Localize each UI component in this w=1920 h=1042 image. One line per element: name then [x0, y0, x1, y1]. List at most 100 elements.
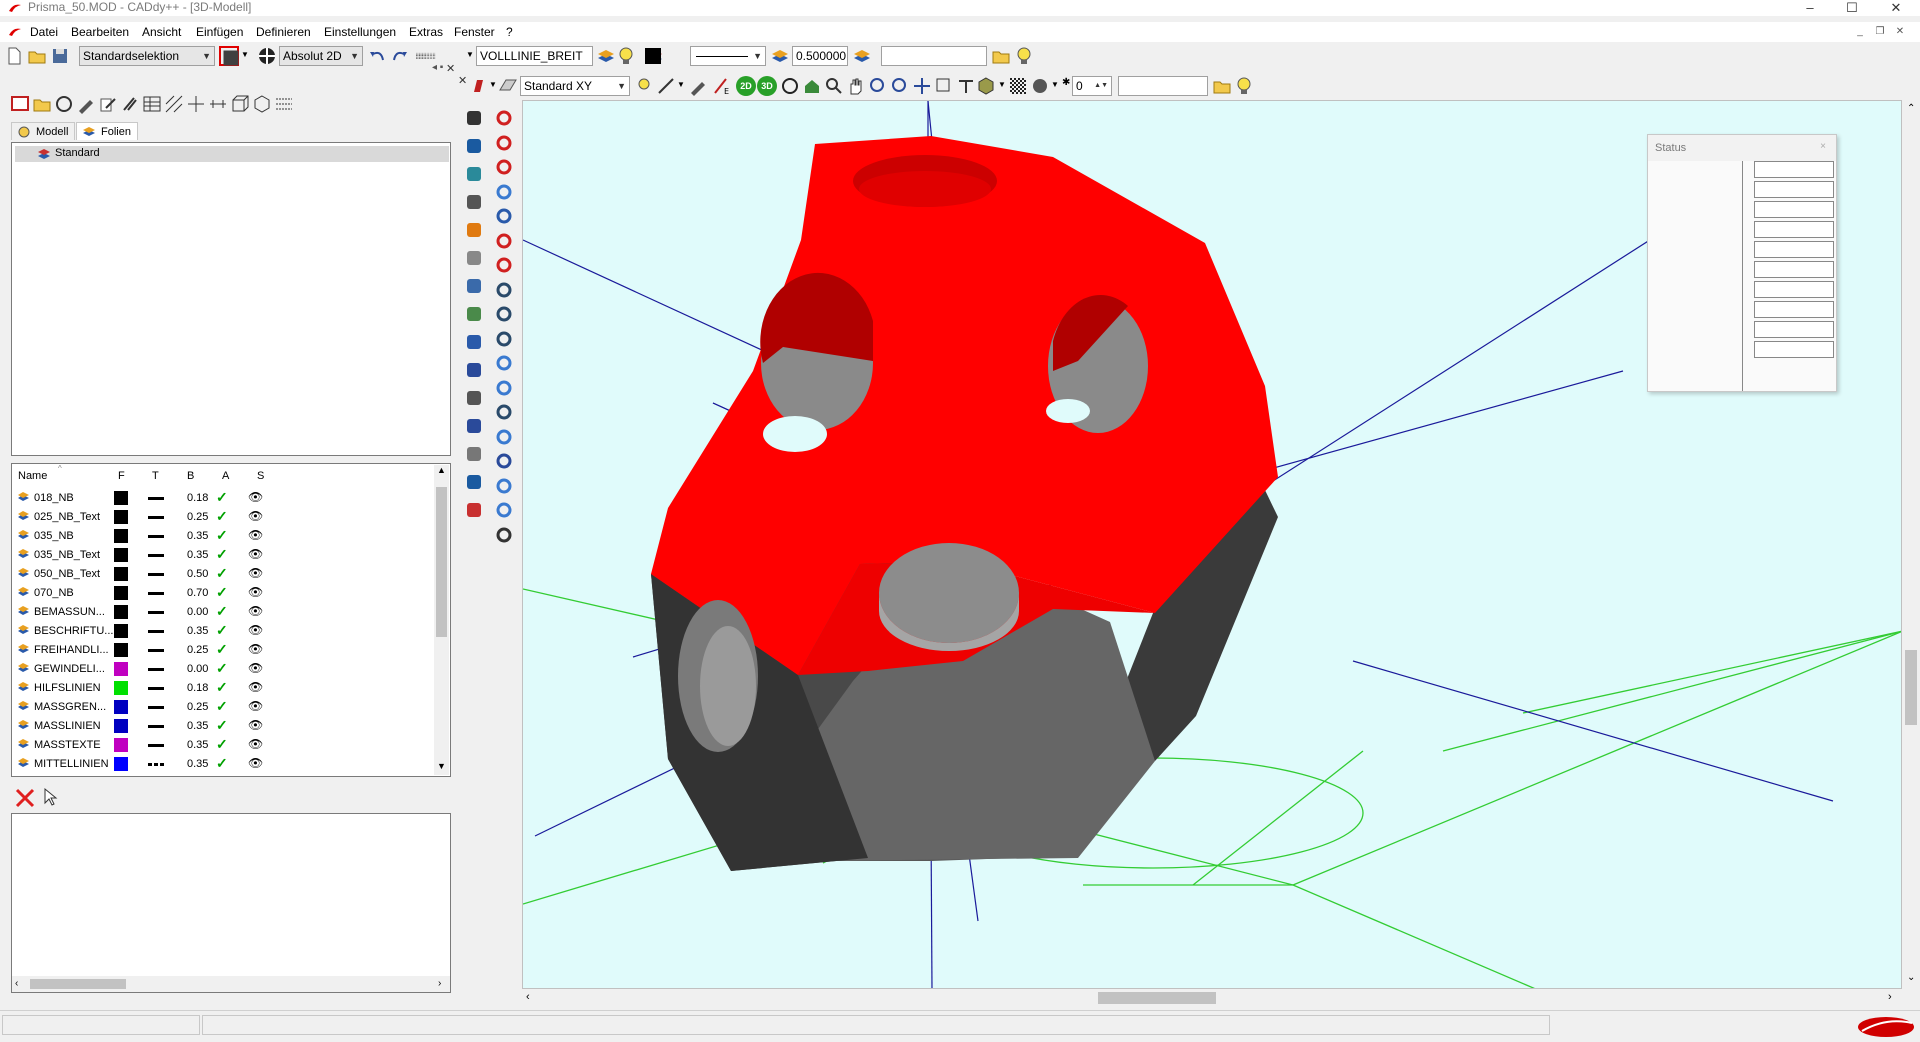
- chevron-down-icon[interactable]: ▼: [241, 50, 249, 59]
- layer-linestyle[interactable]: [148, 706, 164, 709]
- table-row[interactable]: 070_NB 0.70 ✓ 👁: [12, 583, 432, 602]
- layer-linestyle[interactable]: [148, 573, 164, 576]
- layer-linestyle[interactable]: [148, 535, 164, 538]
- split-arrows-icon[interactable]: [494, 476, 514, 496]
- layer-color-swatch[interactable]: [114, 491, 128, 505]
- layer-linestyle[interactable]: [148, 554, 164, 557]
- layer-color-swatch[interactable]: [114, 662, 128, 676]
- new-file-icon[interactable]: [4, 46, 24, 66]
- dots-grid-icon[interactable]: [494, 304, 514, 324]
- linetype-field[interactable]: VOLLLINIE_BREIT: [476, 46, 593, 66]
- table-row[interactable]: 035_NB 0.35 ✓ 👁: [12, 526, 432, 545]
- status-panel-close-button[interactable]: ×: [1816, 140, 1830, 154]
- red-hook-icon[interactable]: [494, 133, 514, 153]
- brush-icon[interactable]: [120, 94, 140, 114]
- red-node-icon[interactable]: [494, 157, 514, 177]
- table-row[interactable]: 050_NB_Text 0.50 ✓ 👁: [12, 564, 432, 583]
- scroll-left-icon[interactable]: ‹: [15, 978, 18, 989]
- hatch-icon[interactable]: [164, 94, 184, 114]
- pencil-snap-icon[interactable]: [688, 76, 708, 96]
- col-header-a[interactable]: A: [222, 470, 229, 482]
- layer-visible-eye-icon[interactable]: 👁: [248, 756, 263, 770]
- table-row[interactable]: GEWINDELI... 0.00 ✓ 👁: [12, 659, 432, 678]
- layer-visible-eye-icon[interactable]: 👁: [248, 585, 263, 599]
- layer-active-check-icon[interactable]: ✓: [216, 508, 228, 525]
- up-arrow-icon[interactable]: [494, 427, 514, 447]
- number-spinner[interactable]: 0 ▲▼: [1072, 76, 1112, 96]
- scroll-up-icon[interactable]: ⌃: [1907, 103, 1915, 114]
- save-icon[interactable]: [50, 46, 70, 66]
- folder-search-icon[interactable]: [991, 46, 1011, 66]
- sphere-icon[interactable]: [1030, 76, 1050, 96]
- mdi-close-button[interactable]: ✕: [1892, 24, 1908, 40]
- layer-line-width[interactable]: 0.25: [187, 701, 208, 713]
- toolbar1-text-field[interactable]: [881, 46, 987, 66]
- hatch-tool-icon[interactable]: [464, 444, 484, 464]
- layer-visible-eye-icon[interactable]: 👁: [248, 737, 263, 751]
- zoom-previous-icon[interactable]: [934, 76, 954, 96]
- split-arrows2-icon[interactable]: [494, 500, 514, 520]
- pencil-tool-icon[interactable]: [464, 220, 484, 240]
- scroll-thumb[interactable]: [1905, 650, 1917, 725]
- layer-line-width[interactable]: 0.25: [187, 644, 208, 656]
- layer-active-check-icon[interactable]: ✓: [216, 622, 228, 639]
- pen-tool-icon[interactable]: [464, 304, 484, 324]
- chevron-down-icon[interactable]: ▼: [998, 80, 1006, 89]
- crosshair-icon[interactable]: [186, 94, 206, 114]
- viewport-vscrollbar[interactable]: ⌃ ⌄: [1902, 100, 1920, 989]
- layer-window-icon[interactable]: [10, 94, 30, 114]
- table-row[interactable]: BEMASSUN... 0.00 ✓ 👁: [12, 602, 432, 621]
- redo-icon[interactable]: [390, 46, 410, 66]
- layer-color-swatch[interactable]: [114, 624, 128, 638]
- plane-icon[interactable]: [498, 76, 518, 96]
- layer-active-check-icon[interactable]: ✓: [216, 584, 228, 601]
- toolbar2-text-field[interactable]: [1118, 76, 1208, 96]
- scroll-up-icon[interactable]: ▲: [437, 465, 446, 475]
- table-row[interactable]: 025_NB_Text 0.25 ✓ 👁: [12, 507, 432, 526]
- layer-visible-eye-icon[interactable]: 👁: [248, 699, 263, 713]
- view-2d-button[interactable]: 2D: [736, 76, 756, 96]
- minimize-button[interactable]: –: [1790, 0, 1830, 16]
- layer-icon[interactable]: [596, 46, 616, 66]
- menu-einstellungen[interactable]: Einstellungen: [324, 25, 396, 39]
- dots-scatter-icon[interactable]: [494, 402, 514, 422]
- rotate-arrow-icon[interactable]: [494, 353, 514, 373]
- layer-color-swatch[interactable]: [114, 529, 128, 543]
- layer-properties-icon[interactable]: [40, 787, 60, 812]
- menu-ansicht[interactable]: Ansicht: [142, 25, 181, 39]
- select-arrow-icon[interactable]: [464, 108, 484, 128]
- layer-visible-eye-icon[interactable]: 👁: [248, 718, 263, 732]
- view-3d-button[interactable]: 3D: [757, 76, 777, 96]
- layer-linestyle[interactable]: [148, 668, 164, 671]
- layer-active-check-icon[interactable]: ✓: [216, 736, 228, 753]
- layer-visible-eye-icon[interactable]: 👁: [248, 566, 263, 580]
- layer-active-check-icon[interactable]: ✓: [216, 603, 228, 620]
- pen-color-icon[interactable]: [470, 76, 490, 96]
- edit-icon[interactable]: [98, 94, 118, 114]
- layer-visible-eye-icon[interactable]: 👁: [248, 661, 263, 675]
- list-icon[interactable]: [274, 94, 294, 114]
- layer-visible-eye-icon[interactable]: 👁: [248, 547, 263, 561]
- layer-line-width[interactable]: 0.35: [187, 625, 208, 637]
- scroll-right-icon[interactable]: ›: [438, 978, 441, 989]
- col-header-name[interactable]: Name: [18, 470, 47, 482]
- section-icon[interactable]: [956, 76, 976, 96]
- layer-folder-icon[interactable]: [32, 94, 52, 114]
- cube-icon[interactable]: [252, 94, 272, 114]
- zoom-all-icon[interactable]: [912, 76, 932, 96]
- sphere-tool-icon[interactable]: [464, 136, 484, 156]
- details-hscrollbar[interactable]: ‹ ›: [12, 976, 450, 992]
- layer-line-width[interactable]: 0.00: [187, 663, 208, 675]
- scroll-thumb[interactable]: [30, 979, 126, 989]
- measure-tool-icon[interactable]: [464, 192, 484, 212]
- layer-line-width[interactable]: 0.35: [187, 739, 208, 751]
- menu-help[interactable]: ?: [506, 25, 513, 39]
- rotate-view-icon[interactable]: [780, 76, 800, 96]
- spring-tool-icon[interactable]: [464, 388, 484, 408]
- delete-layer-icon[interactable]: [14, 787, 36, 812]
- line-width-field[interactable]: 0.500000: [792, 46, 848, 66]
- checker-icon[interactable]: [1008, 76, 1028, 96]
- menu-datei[interactable]: Datei: [30, 25, 58, 39]
- col-header-s[interactable]: S: [257, 470, 264, 482]
- up-arrow2-icon[interactable]: [494, 451, 514, 471]
